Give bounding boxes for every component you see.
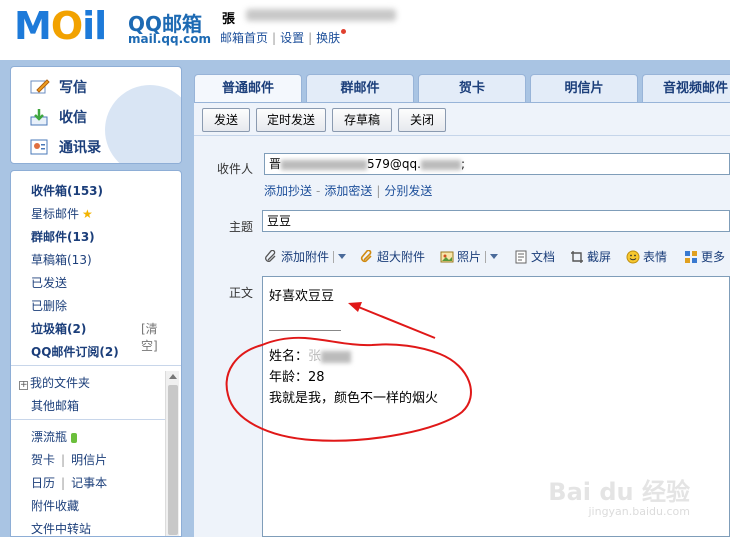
baidu-watermark-url: jingyan.baidu.com — [588, 505, 690, 518]
red-arrow-shaft — [355, 305, 436, 339]
red-circle-outline — [225, 336, 472, 442]
annotation-overlay — [225, 302, 472, 442]
baidu-watermark: Bai du 经验 — [548, 478, 690, 506]
red-arrow-head — [348, 302, 362, 312]
